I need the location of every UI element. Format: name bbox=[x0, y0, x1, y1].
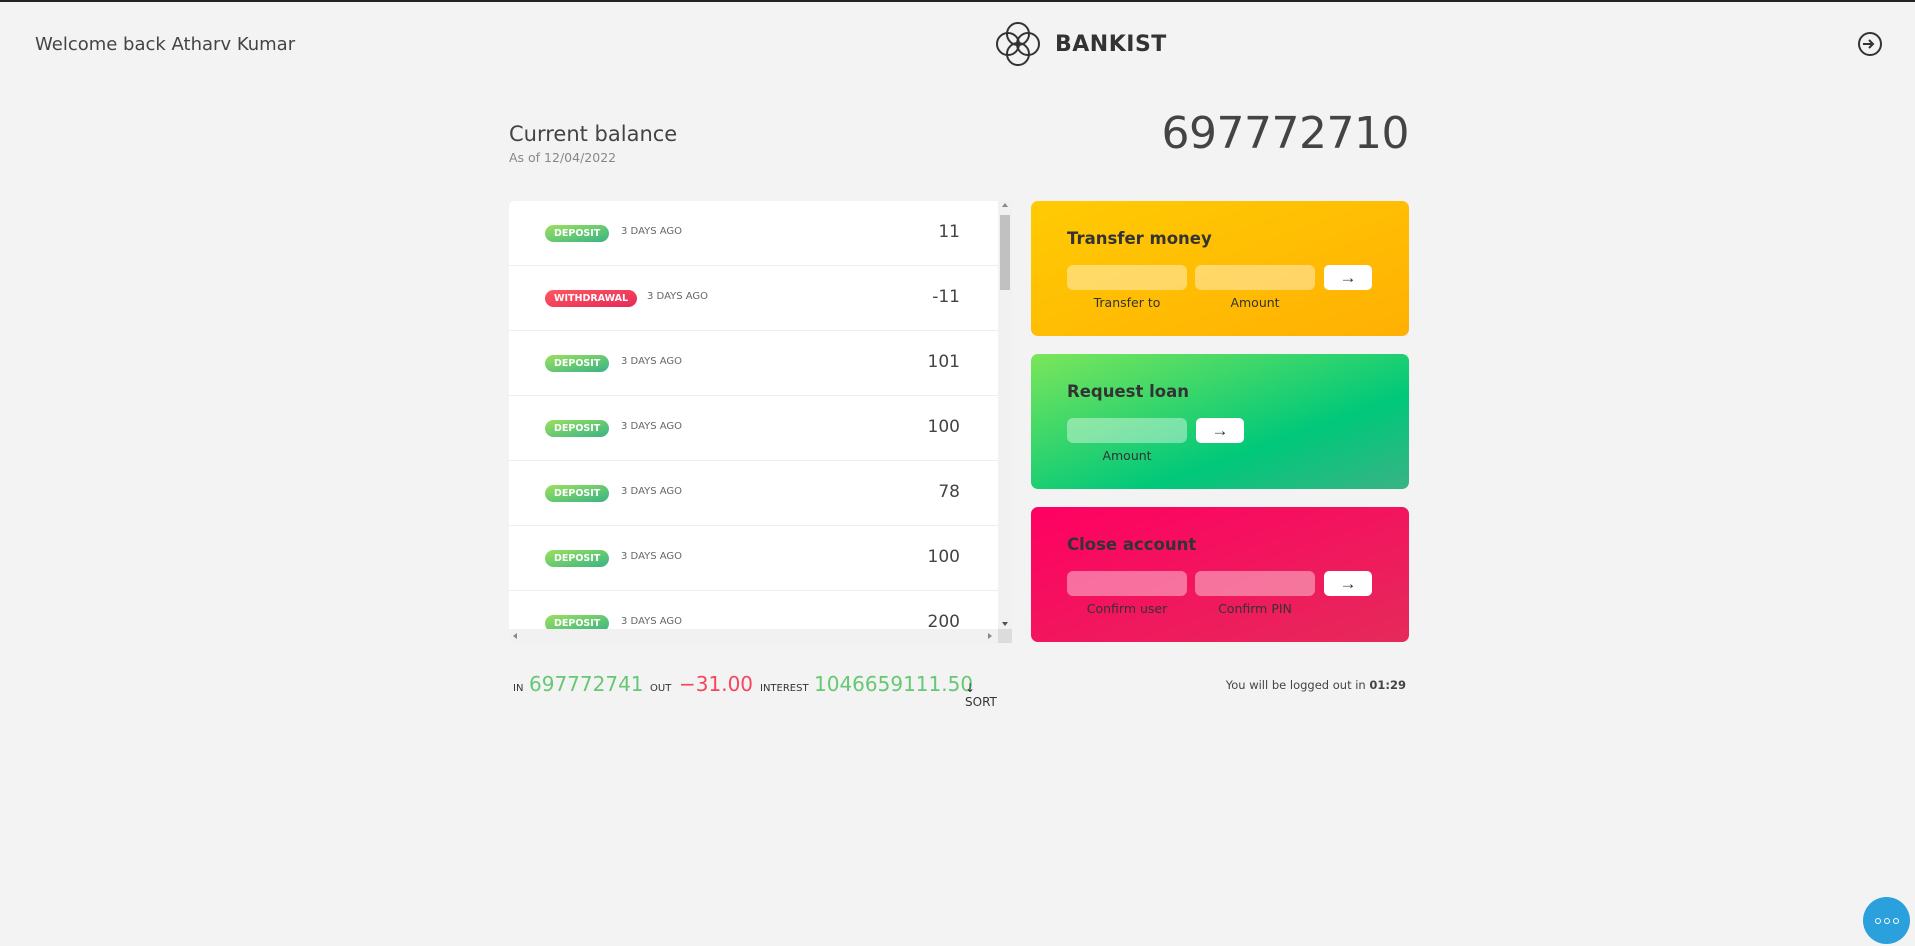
logout-icon bbox=[1858, 32, 1882, 56]
movement-value: 100 bbox=[927, 417, 960, 437]
loan-title: Request loan bbox=[1067, 382, 1189, 401]
sort-button[interactable]: ↓ SORT bbox=[965, 681, 997, 709]
logout-timer-text: You will be logged out in bbox=[1225, 678, 1370, 692]
transfer-amount-input[interactable] bbox=[1195, 265, 1315, 290]
dot-icon bbox=[1883, 917, 1890, 924]
dot-icon bbox=[1874, 917, 1881, 924]
window-top-border bbox=[0, 0, 1915, 2]
movement-row: WITHDRAWAL 3 DAYS AGO -11 bbox=[509, 266, 998, 331]
movement-date: 3 DAYS AGO bbox=[621, 421, 683, 432]
movement-row: DEPOSIT 3 DAYS AGO 78 bbox=[509, 461, 998, 526]
movement-type-badge: DEPOSIT bbox=[545, 420, 610, 437]
movement-date: 3 DAYS AGO bbox=[647, 291, 709, 302]
movement-type-badge: WITHDRAWAL bbox=[545, 290, 638, 307]
logo: BANKIST bbox=[993, 19, 1167, 69]
movement-date: 3 DAYS AGO bbox=[621, 226, 683, 237]
movement-type-badge: DEPOSIT bbox=[545, 355, 610, 372]
movement-value: -11 bbox=[932, 287, 960, 307]
movement-type-badge: DEPOSIT bbox=[545, 615, 610, 629]
summary-interest-value: 1046659111.50 bbox=[814, 672, 974, 696]
request-loan-panel: Request loan → Amount bbox=[1031, 354, 1409, 489]
logout-button[interactable] bbox=[1857, 31, 1883, 57]
floating-menu-button[interactable] bbox=[1863, 897, 1910, 944]
movement-type-badge: DEPOSIT bbox=[545, 225, 610, 242]
movement-row: DEPOSIT 3 DAYS AGO 100 bbox=[509, 396, 998, 461]
close-account-panel: Close account → Confirm user Confirm PIN bbox=[1031, 507, 1409, 642]
logo-text: BANKIST bbox=[1055, 31, 1167, 57]
confirm-user-label: Confirm user bbox=[1086, 601, 1168, 616]
movements-panel[interactable]: DEPOSIT 3 DAYS AGO 11 WITHDRAWAL 3 DAYS … bbox=[509, 201, 1012, 643]
transfer-title: Transfer money bbox=[1067, 229, 1212, 248]
movements-list[interactable]: DEPOSIT 3 DAYS AGO 11 WITHDRAWAL 3 DAYS … bbox=[509, 201, 998, 629]
summary-in-value: 697772741 bbox=[529, 672, 644, 696]
logout-timer: You will be logged out in 01:29 bbox=[1226, 678, 1406, 692]
movement-date: 3 DAYS AGO bbox=[621, 486, 683, 497]
loan-submit-button[interactable]: → bbox=[1196, 418, 1244, 443]
summary-out-value: −31.00 bbox=[679, 672, 754, 696]
movement-type-badge: DEPOSIT bbox=[545, 485, 610, 502]
summary-out-label: Out bbox=[650, 683, 672, 694]
movement-value: 78 bbox=[938, 482, 960, 502]
scroll-down-arrow-icon[interactable] bbox=[1002, 622, 1008, 626]
scrollbar-corner bbox=[998, 629, 1012, 643]
movement-row: DEPOSIT 3 DAYS AGO 100 bbox=[509, 526, 998, 591]
movement-value: 11 bbox=[938, 222, 960, 242]
summary-interest-label: Interest bbox=[760, 683, 809, 694]
summary-in-label: In bbox=[513, 683, 524, 694]
vertical-scrollbar[interactable] bbox=[998, 201, 1012, 629]
loan-amount-label: Amount bbox=[1102, 448, 1152, 463]
movement-type-badge: DEPOSIT bbox=[545, 550, 610, 567]
scrollbar-thumb[interactable] bbox=[1000, 215, 1010, 290]
movement-row: DEPOSIT 3 DAYS AGO 200 bbox=[509, 591, 998, 629]
close-title: Close account bbox=[1067, 535, 1197, 554]
logout-timer-time: 01:29 bbox=[1369, 678, 1406, 692]
welcome-message: Welcome back Atharv Kumar bbox=[35, 34, 296, 55]
loan-amount-input[interactable] bbox=[1067, 418, 1187, 443]
movement-value: 200 bbox=[927, 612, 960, 629]
movement-date: 3 DAYS AGO bbox=[621, 551, 683, 562]
horizontal-scrollbar[interactable] bbox=[509, 629, 998, 643]
confirm-pin-input[interactable] bbox=[1195, 571, 1315, 596]
balance-label: Current balance bbox=[509, 122, 678, 146]
transfer-to-input[interactable] bbox=[1067, 265, 1187, 290]
confirm-pin-label: Confirm PIN bbox=[1218, 601, 1292, 616]
movement-row: DEPOSIT 3 DAYS AGO 11 bbox=[509, 201, 998, 266]
confirm-user-input[interactable] bbox=[1067, 571, 1187, 596]
movement-row: DEPOSIT 3 DAYS AGO 101 bbox=[509, 331, 998, 396]
scroll-right-arrow-icon[interactable] bbox=[988, 633, 992, 639]
bankist-logo-icon bbox=[996, 22, 1040, 66]
scroll-up-arrow-icon[interactable] bbox=[1002, 203, 1008, 207]
balance-value: 697772710 bbox=[1161, 108, 1410, 159]
transfer-submit-button[interactable]: → bbox=[1324, 265, 1372, 290]
transfer-money-panel: Transfer money → Transfer to Amount bbox=[1031, 201, 1409, 336]
close-submit-button[interactable]: → bbox=[1324, 571, 1372, 596]
balance-date: As of 12/04/2022 bbox=[509, 150, 617, 165]
movement-date: 3 DAYS AGO bbox=[621, 616, 683, 627]
movement-value: 101 bbox=[927, 352, 960, 372]
scroll-left-arrow-icon[interactable] bbox=[513, 633, 517, 639]
movement-value: 100 bbox=[927, 547, 960, 567]
transfer-to-label: Transfer to bbox=[1093, 295, 1161, 310]
movement-date: 3 DAYS AGO bbox=[621, 356, 683, 367]
transfer-amount-label: Amount bbox=[1230, 295, 1280, 310]
dot-icon bbox=[1892, 917, 1899, 924]
